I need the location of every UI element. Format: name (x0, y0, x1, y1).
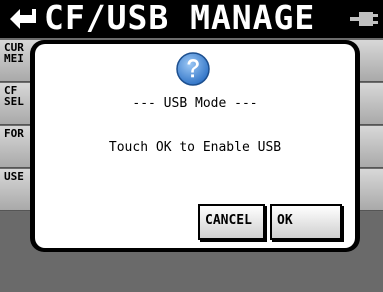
page-title: CF/USB MANAGE (44, 0, 316, 37)
question-icon (176, 52, 210, 86)
dialog-message: Touch OK to Enable USB (108, 140, 282, 155)
cancel-button[interactable]: CANCEL (198, 204, 265, 240)
menu-item-label: CF SEL (4, 84, 24, 108)
dialog-heading: --- USB Mode --- (132, 96, 258, 111)
ok-button[interactable]: OK (270, 204, 342, 240)
menu-item-label: USE (4, 170, 24, 183)
title-bar: CF/USB MANAGE (0, 0, 383, 38)
screen: CF/USB MANAGE CUR MEI CF SEL FOR USE ---… (0, 0, 383, 292)
usb-mode-dialog: --- USB Mode --- Touch OK to Enable USB … (35, 44, 355, 248)
usb-plug-icon (350, 12, 378, 26)
menu-item-label: FOR (4, 127, 24, 140)
return-arrow-icon[interactable] (2, 3, 42, 35)
menu-item-label: CUR MEI (4, 41, 24, 65)
